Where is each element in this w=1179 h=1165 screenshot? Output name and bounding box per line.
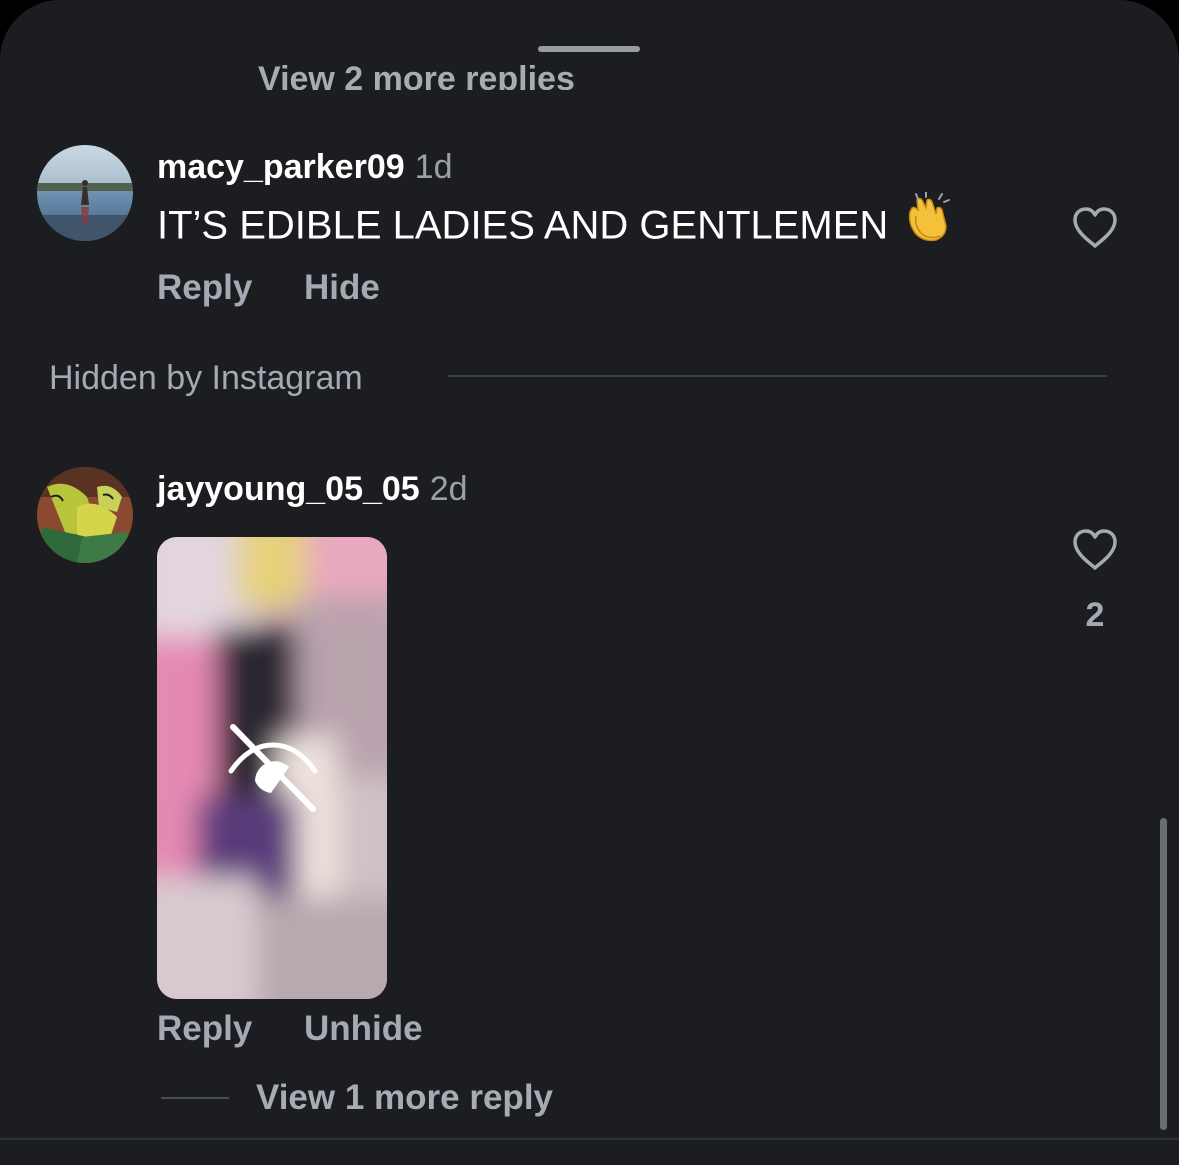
like-button[interactable]	[1071, 527, 1119, 576]
avatar-illustration-image	[37, 467, 133, 563]
like-button[interactable]	[1071, 205, 1119, 254]
hide-button[interactable]: Hide	[304, 268, 380, 308]
view-more-replies-button[interactable]: View 1 more reply	[256, 1078, 553, 1118]
comment-text: IT’S EDIBLE LADIES AND GENTLEMEN	[157, 191, 952, 254]
replies-thread-line	[161, 1097, 229, 1099]
like-count[interactable]: 2	[1070, 596, 1120, 635]
reply-button[interactable]: Reply	[157, 1009, 252, 1049]
heart-icon	[1073, 529, 1117, 570]
comment-body: IT’S EDIBLE LADIES AND GENTLEMEN	[157, 203, 889, 248]
avatar-lake-image	[37, 145, 133, 241]
timestamp: 2d	[429, 470, 468, 508]
username[interactable]: macy_parker09	[157, 148, 405, 186]
avatar[interactable]	[37, 467, 133, 563]
heart-icon	[1073, 207, 1117, 248]
view-more-replies-top[interactable]: View 2 more replies	[258, 54, 575, 90]
hidden-eye-icon	[228, 724, 318, 812]
reply-button[interactable]: Reply	[157, 268, 252, 308]
section-divider	[448, 375, 1107, 377]
hidden-media-thumbnail[interactable]	[157, 537, 387, 999]
comments-sheet: View 2 more replies macy_parker09 1d IT’…	[0, 0, 1179, 1165]
avatar[interactable]	[37, 145, 133, 241]
username[interactable]: jayyoung_05_05	[157, 470, 420, 508]
unhide-button[interactable]: Unhide	[304, 1009, 423, 1049]
hidden-by-instagram-label: Hidden by Instagram	[49, 359, 363, 397]
timestamp: 1d	[414, 148, 453, 186]
scrollbar[interactable]	[1160, 818, 1167, 1130]
view-more-replies-top-label: View 2 more replies	[258, 60, 575, 90]
comment-header: macy_parker09 1d	[157, 147, 452, 187]
comment-header: jayyoung_05_05 2d	[157, 469, 468, 509]
clapping-hands-emoji	[902, 191, 952, 254]
drag-handle[interactable]	[538, 46, 640, 52]
bottom-divider	[0, 1138, 1179, 1140]
